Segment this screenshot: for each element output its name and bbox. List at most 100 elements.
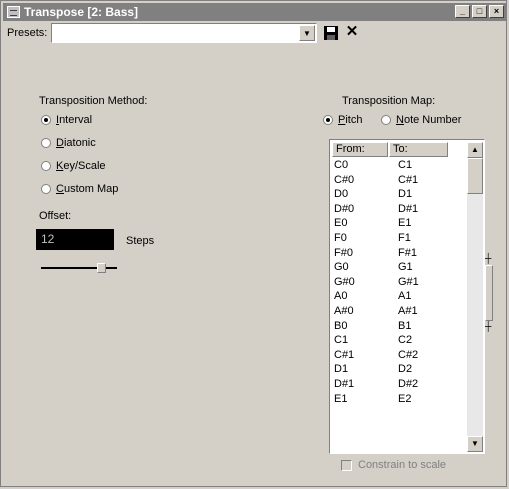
offset-slider[interactable] xyxy=(39,263,119,273)
from-cell: C0 xyxy=(334,159,349,171)
to-cell: D#2 xyxy=(398,377,419,390)
list-item[interactable]: D0 D1 xyxy=(330,187,465,202)
list-item[interactable]: D#0 D#1 xyxy=(330,202,465,217)
radio-circle xyxy=(41,161,51,171)
to-cell: D2 xyxy=(398,363,413,376)
from-cell: C1 xyxy=(334,334,349,347)
constrain-to-scale-label: Constrain to scale xyxy=(358,459,447,471)
window-title: Transpose [2: Bass] xyxy=(24,5,139,19)
list-item[interactable]: F0 F1 xyxy=(330,231,465,246)
delete-icon: ✕ xyxy=(345,23,359,40)
from-cell: D0 xyxy=(334,188,349,201)
app-icon xyxy=(7,6,20,18)
offset-field[interactable]: 12 xyxy=(36,229,114,250)
list-item[interactable]: C#1 C#2 xyxy=(330,348,465,363)
scroll-tick-icon: ┼ xyxy=(485,321,492,331)
radio-pitch-label: Pitch xyxy=(338,114,363,126)
radio-custom-map-label: Custom Map xyxy=(56,183,119,195)
radio-circle xyxy=(41,138,51,148)
radio-key-scale-label: Key/Scale xyxy=(56,160,106,172)
from-cell: C#1 xyxy=(334,348,355,361)
checkbox-box[interactable] xyxy=(341,459,352,471)
list-item[interactable]: E0 E1 xyxy=(330,216,465,231)
to-cell: C2 xyxy=(398,334,413,347)
from-cell: A#0 xyxy=(334,304,354,317)
list-item[interactable]: G0 G1 xyxy=(330,260,465,275)
radio-interval-label: Interval xyxy=(56,114,93,126)
radio-custom-map[interactable]: Custom Map xyxy=(41,183,118,195)
radio-circle xyxy=(41,184,51,194)
from-cell: D#0 xyxy=(334,202,355,215)
minimize-button[interactable]: _ xyxy=(455,5,470,18)
from-cell: D1 xyxy=(334,363,349,376)
scroll-tick-icon: ┼ xyxy=(485,253,492,263)
constrain-to-scale-checkbox[interactable]: Constrain to scale xyxy=(341,459,446,471)
list-item[interactable]: E1 E2 xyxy=(330,392,465,407)
to-cell: E2 xyxy=(398,392,412,405)
title-bar[interactable]: Transpose [2: Bass] _ □ × xyxy=(3,3,506,21)
radio-circle xyxy=(381,115,391,125)
to-cell: E1 xyxy=(398,217,412,230)
to-column-header[interactable]: To: xyxy=(389,142,448,157)
transpose-window: Transpose [2: Bass] _ □ × Presets: ▼ ✕ T… xyxy=(0,0,507,487)
map-rows: C0 C1 C#0 C#1 D0 D1 D#0 D#1 E0 E1 F0 F1 F#0 F#1 G0 G1 G#… xyxy=(330,158,465,406)
radio-note-number[interactable]: Note Number xyxy=(381,114,461,126)
steps-label: Steps xyxy=(126,235,155,247)
to-cell: C#1 xyxy=(398,173,419,186)
presets-combo[interactable]: ▼ xyxy=(51,23,317,43)
chevron-down-icon[interactable]: ▼ xyxy=(299,25,315,41)
radio-diatonic[interactable]: Diatonic xyxy=(41,137,96,149)
method-label: Transposition Method: xyxy=(39,95,148,107)
from-cell: D#1 xyxy=(334,377,355,390)
from-cell: G0 xyxy=(334,261,349,274)
radio-note-number-label: Note Number xyxy=(396,114,462,126)
radio-pitch[interactable]: Pitch xyxy=(323,114,362,126)
list-item[interactable]: C1 C2 xyxy=(330,333,465,348)
radio-key-scale[interactable]: Key/Scale xyxy=(41,160,106,172)
list-item[interactable]: A#0 A#1 xyxy=(330,304,465,319)
offset-label: Offset: xyxy=(39,210,72,222)
list-item[interactable]: C0 C1 xyxy=(330,158,465,173)
to-cell: G1 xyxy=(398,261,413,274)
presets-label: Presets: xyxy=(7,27,48,39)
from-cell: A0 xyxy=(334,290,348,303)
from-column-header[interactable]: From: xyxy=(332,142,388,157)
to-cell: F1 xyxy=(398,231,411,244)
radio-diatonic-label: Diatonic xyxy=(56,137,96,149)
close-button[interactable]: × xyxy=(489,5,504,18)
from-cell: C#0 xyxy=(334,173,355,186)
to-cell: A1 xyxy=(398,290,412,303)
to-cell: A#1 xyxy=(398,304,418,317)
delete-preset-button[interactable]: ✕ xyxy=(342,23,362,43)
list-item[interactable]: C#0 C#1 xyxy=(330,173,465,188)
to-cell: D#1 xyxy=(398,202,419,215)
from-cell: E0 xyxy=(334,217,348,230)
radio-circle xyxy=(323,115,333,125)
list-item[interactable]: A0 A1 xyxy=(330,289,465,304)
list-item[interactable]: F#0 F#1 xyxy=(330,246,465,261)
radio-interval[interactable]: Interval xyxy=(41,114,92,126)
scroll-up-icon[interactable]: ▲ xyxy=(467,142,483,158)
list-item[interactable]: B0 B1 xyxy=(330,319,465,334)
outer-scroll-thumb[interactable] xyxy=(485,265,493,321)
list-item[interactable]: D#1 D#2 xyxy=(330,377,465,392)
from-cell: F0 xyxy=(334,231,347,244)
scroll-down-icon[interactable]: ▼ xyxy=(467,436,483,452)
maximize-button[interactable]: □ xyxy=(472,5,487,18)
to-cell: B1 xyxy=(398,319,412,332)
transposition-map-list[interactable]: From: To: C0 C1 C#0 C#1 D0 D1 D#0 D#1 E0 E1 F0 F1 F#… xyxy=(329,139,485,454)
to-cell: D1 xyxy=(398,188,413,201)
from-cell: F#0 xyxy=(334,246,353,259)
outer-scrollbar[interactable]: ┼ ┼ xyxy=(481,253,495,333)
from-cell: E1 xyxy=(334,392,348,405)
list-item[interactable]: G#0 G#1 xyxy=(330,275,465,290)
map-label: Transposition Map: xyxy=(342,95,436,107)
to-cell: G#1 xyxy=(398,275,419,288)
list-item[interactable]: D1 D2 xyxy=(330,362,465,377)
slider-thumb[interactable] xyxy=(97,263,106,273)
scroll-thumb[interactable] xyxy=(467,158,483,194)
save-preset-button[interactable] xyxy=(321,23,341,43)
to-cell: F#1 xyxy=(398,246,417,259)
to-cell: C1 xyxy=(398,159,413,171)
to-cell: C#2 xyxy=(398,348,419,361)
